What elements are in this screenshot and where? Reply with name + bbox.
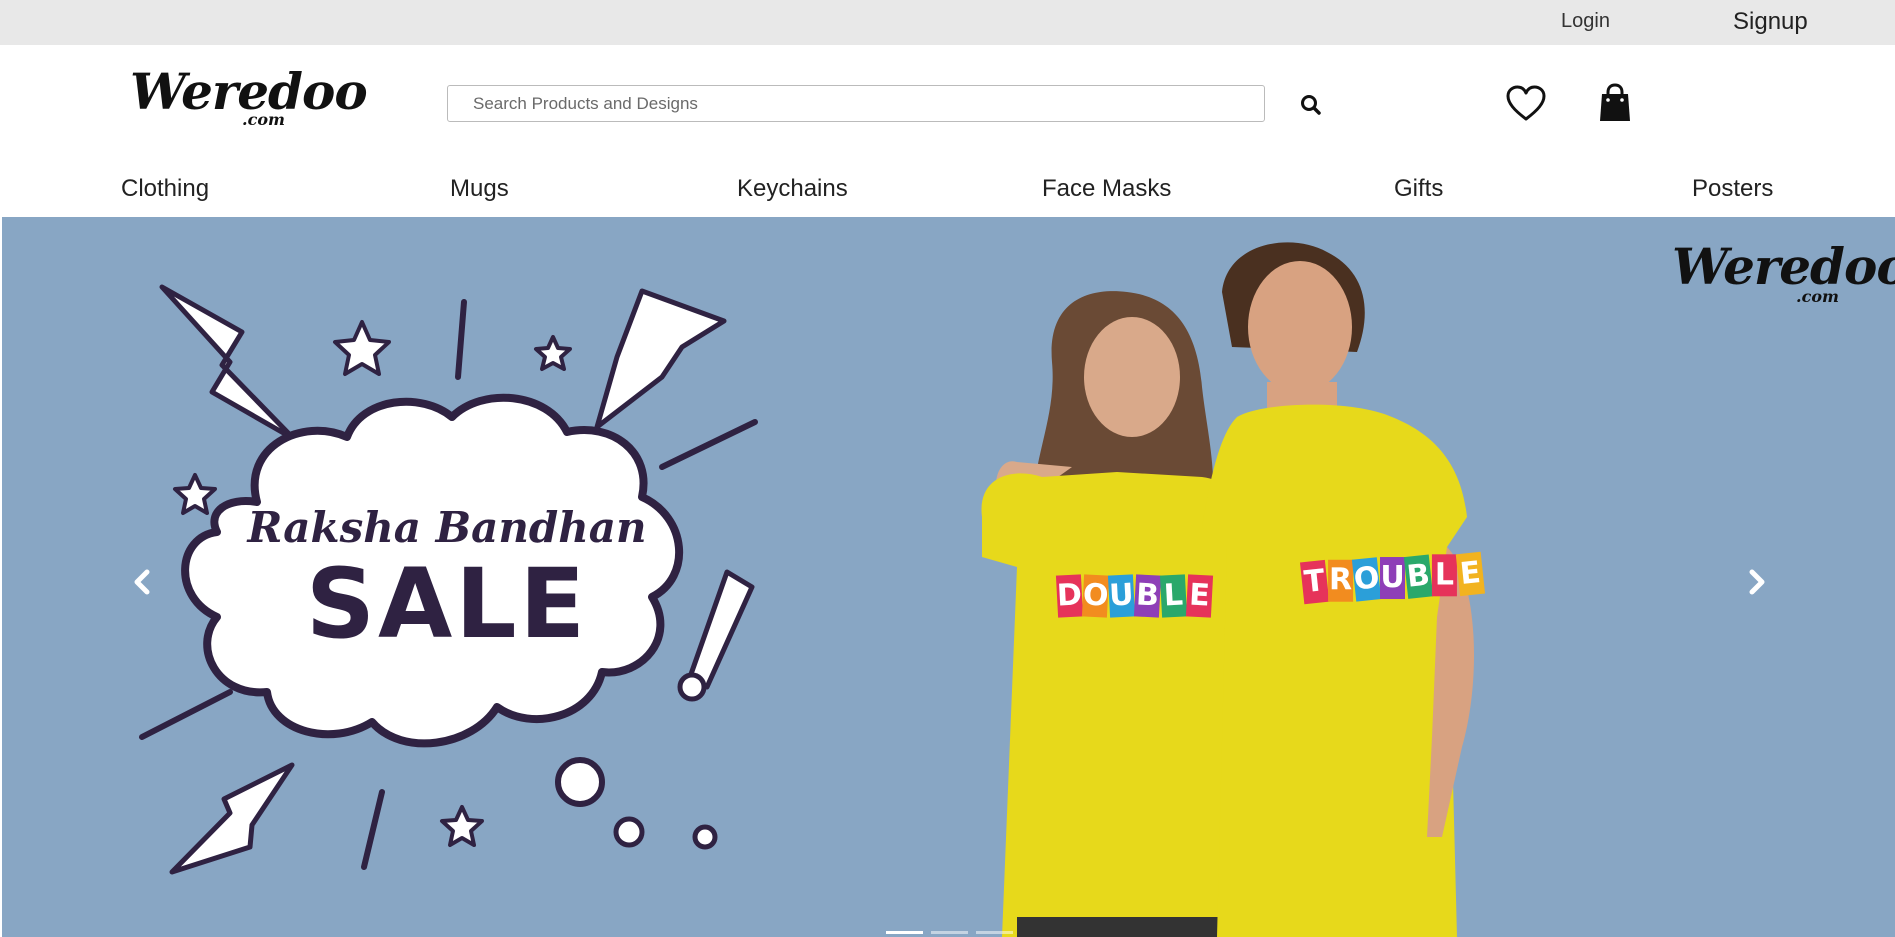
watermark-wordmark: Weredoo [1672, 237, 1895, 296]
lightning-icon [159, 284, 297, 442]
nav-mugs[interactable]: Mugs [450, 175, 509, 203]
shirt-letter-tile: B [1133, 574, 1162, 618]
shirt-letter-tile: O [1081, 574, 1109, 618]
shopping-bag-icon [1600, 83, 1630, 121]
wishlist-button[interactable] [1505, 84, 1547, 124]
star-icon [440, 805, 484, 847]
shirt-letter-tile: B [1403, 554, 1434, 599]
carousel-indicator-1[interactable] [886, 931, 923, 934]
hero-banner-art: Raksha Bandhan SALE [139, 242, 1474, 937]
site-logo[interactable]: Weredoo .com [130, 62, 368, 134]
search-icon [1301, 95, 1321, 115]
shirt-letter-tile: O [1351, 557, 1381, 602]
lightning-icon [169, 762, 295, 875]
shirt-letter-tile: R [1328, 559, 1354, 602]
search-button[interactable] [1298, 92, 1324, 118]
carousel-indicator-2[interactable] [931, 931, 968, 934]
star-icon [534, 335, 572, 371]
banner-script-title: Raksha Bandhan [246, 503, 646, 552]
cart-button[interactable] [1597, 82, 1633, 124]
star-icon [333, 320, 391, 376]
shirt-text-left: DOUBLE [1055, 574, 1214, 618]
shirt-letter-tile: E [1185, 574, 1214, 618]
shirt-letter-tile: D [1055, 574, 1084, 618]
exclamation-mark [687, 569, 755, 690]
nav-clothing[interactable]: Clothing [121, 175, 209, 203]
shirt-letter-tile: L [1159, 574, 1188, 618]
shirt-letter-tile: E [1455, 551, 1486, 597]
heart-icon [1506, 85, 1546, 121]
nav-keychains[interactable]: Keychains [737, 175, 848, 203]
shirt-letter-tile: U [1380, 557, 1406, 600]
carousel-prev-button[interactable] [125, 560, 159, 604]
logo-suffix: .com [242, 110, 285, 129]
nav-posters[interactable]: Posters [1692, 175, 1773, 203]
hero-banner[interactable]: Raksha Bandhan SALE DOUBLE TROUBLE Wered… [2, 217, 1895, 937]
banner-watermark-logo: Weredoo .com [1672, 237, 1895, 307]
search-input[interactable] [447, 85, 1265, 122]
top-bar [0, 0, 1895, 45]
carousel-next-button[interactable] [1740, 560, 1774, 604]
star-icon [173, 473, 217, 515]
signup-link[interactable]: Signup [1733, 8, 1808, 36]
shirt-letter-tile: L [1431, 554, 1457, 597]
shirt-letter-tile: U [1107, 574, 1136, 618]
login-link[interactable]: Login [1561, 10, 1610, 33]
lightning-icon [594, 288, 727, 430]
shirt-letter-tile: T [1299, 559, 1330, 605]
nav-gifts[interactable]: Gifts [1394, 175, 1443, 203]
carousel-indicator-3[interactable] [976, 931, 1013, 934]
chevron-right-icon [1749, 569, 1765, 595]
chevron-left-icon [134, 569, 150, 595]
banner-sale-text: SALE [306, 548, 588, 660]
nav-face-masks[interactable]: Face Masks [1042, 175, 1171, 203]
watermark-suffix: .com [1796, 287, 1839, 306]
